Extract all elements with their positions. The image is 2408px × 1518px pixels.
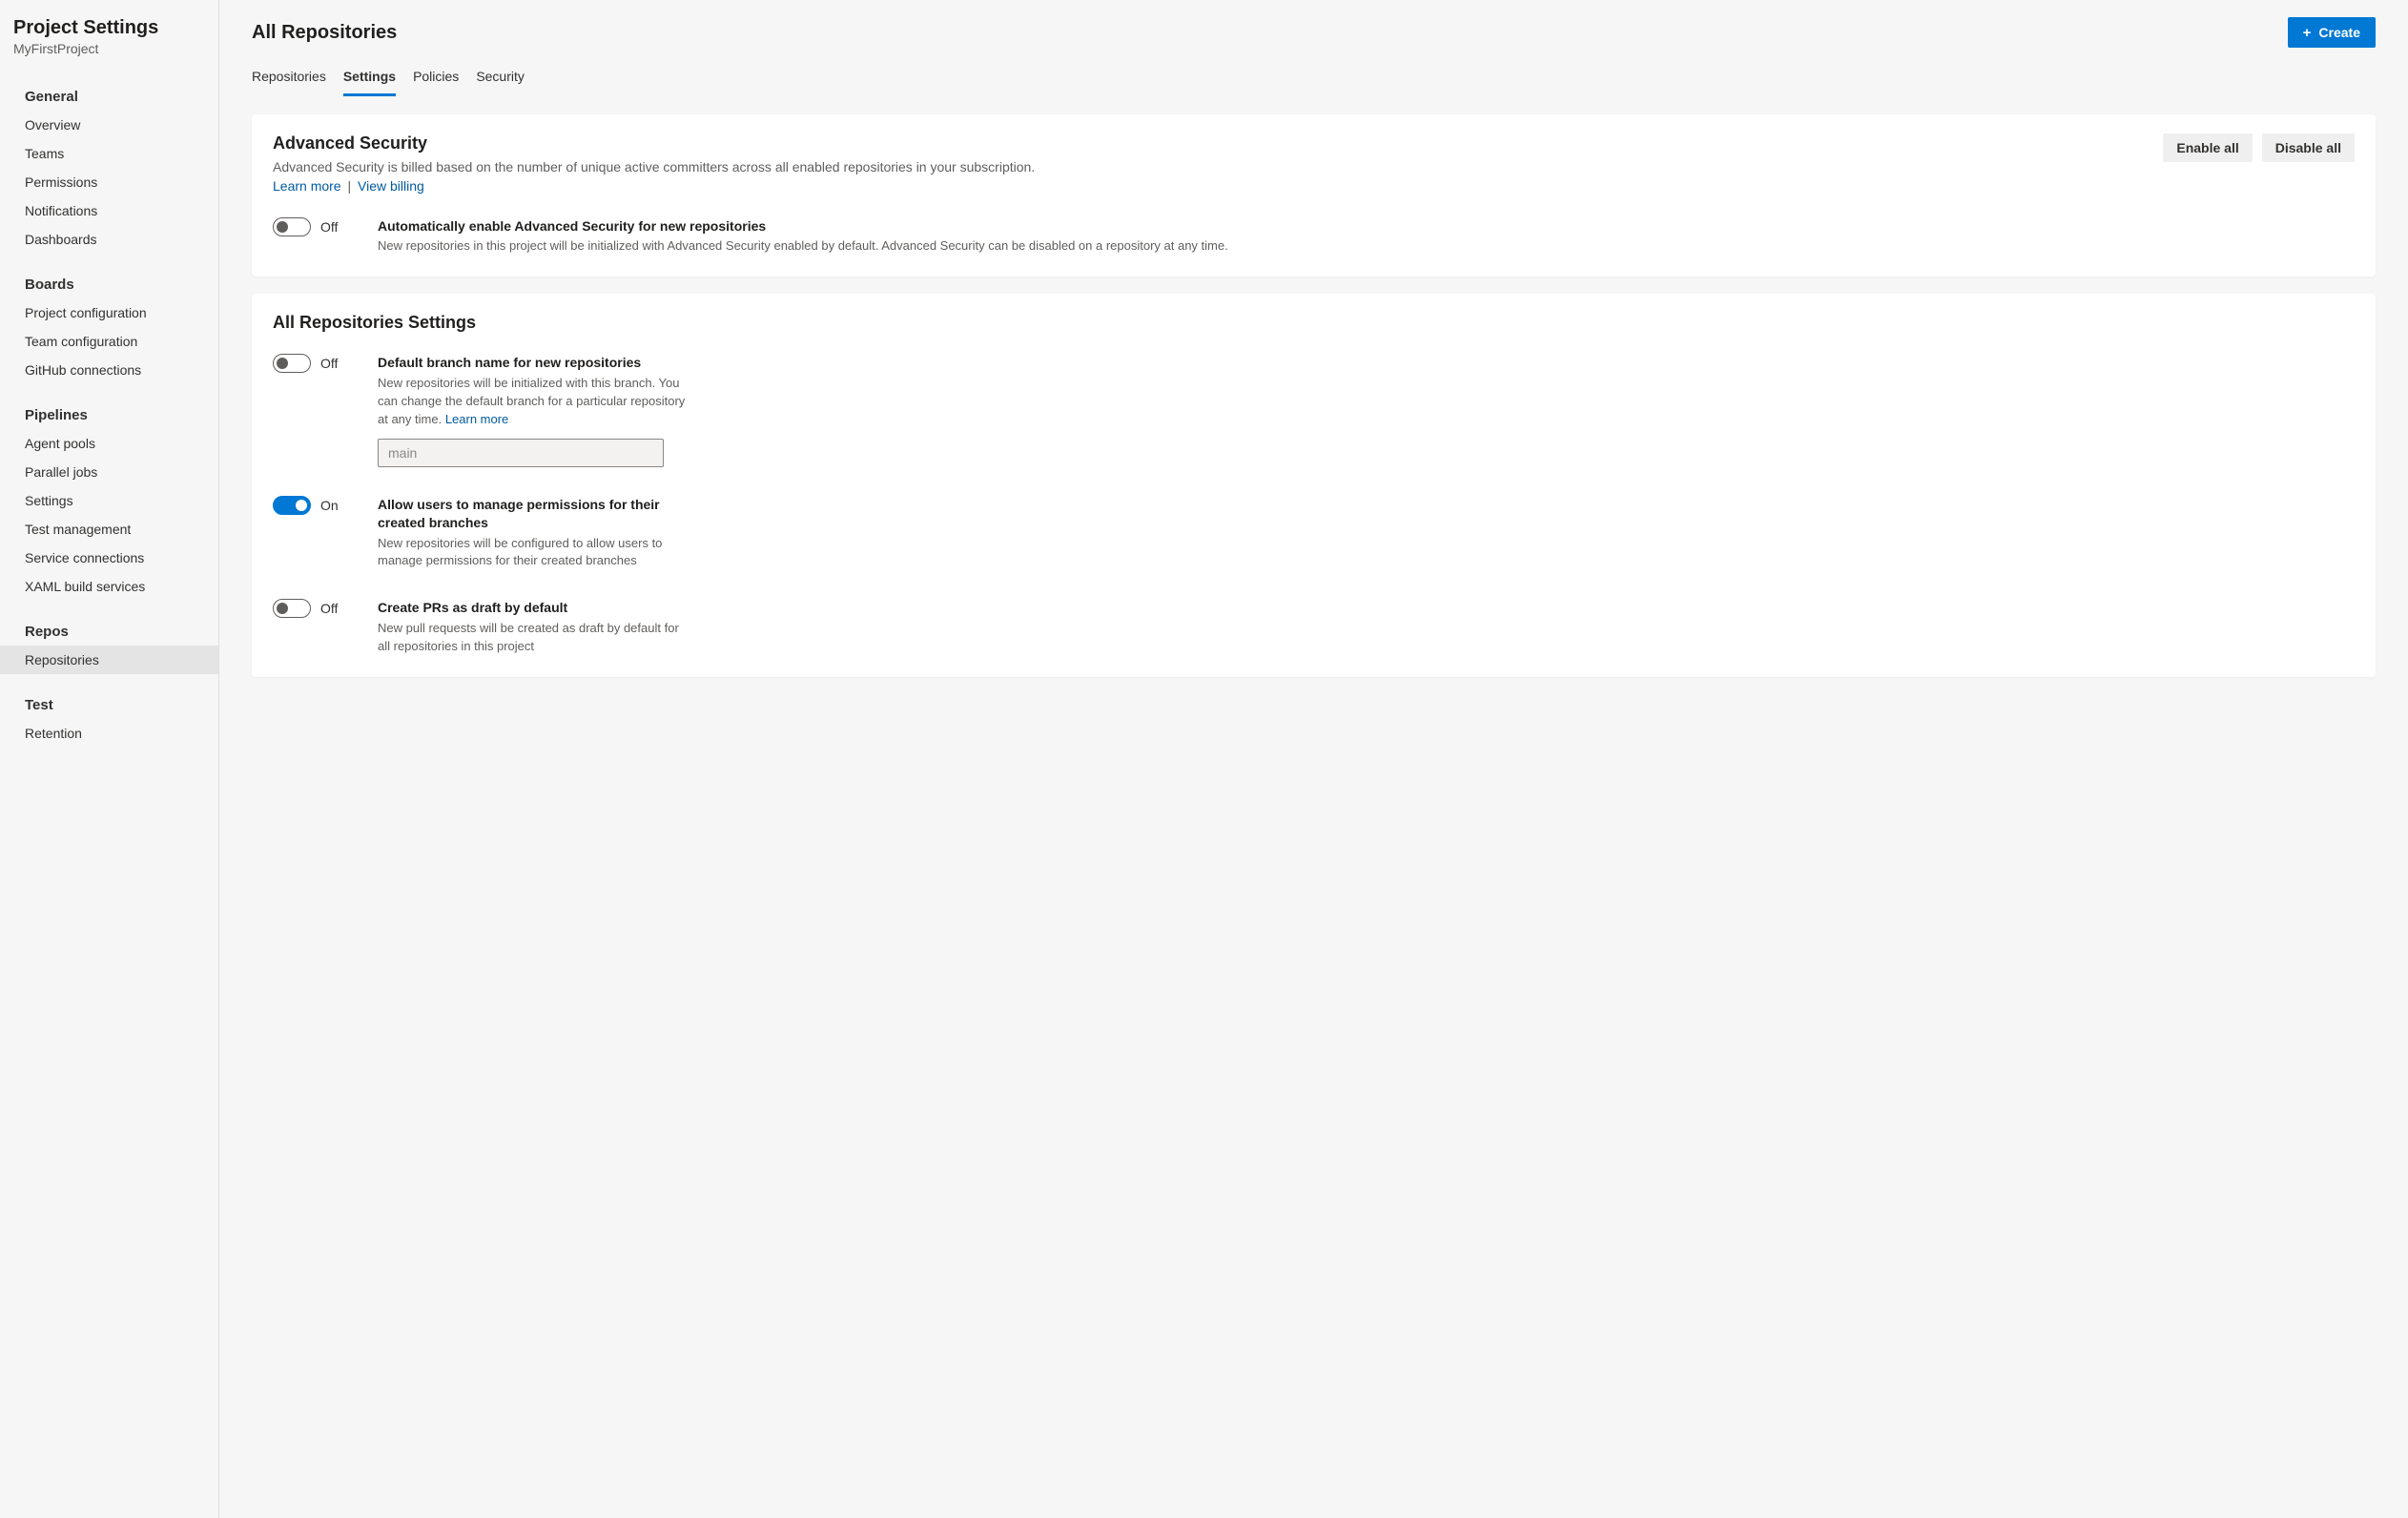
tab-settings[interactable]: Settings xyxy=(343,61,396,96)
setting-title: Create PRs as draft by default xyxy=(378,599,692,617)
nav-group: PipelinesAgent poolsParallel jobsSetting… xyxy=(0,401,218,601)
toggle-block: Off xyxy=(273,599,355,618)
setting-desc: New pull requests will be created as dra… xyxy=(378,620,692,656)
setting-row: On Allow users to manage permissions for … xyxy=(273,496,2355,570)
setting-desc: New repositories in this project will be… xyxy=(378,237,2355,256)
setting-body: Create PRs as draft by default New pull r… xyxy=(378,599,692,656)
sidebar-item-test-management[interactable]: Test management xyxy=(0,515,218,544)
setting-toggle[interactable] xyxy=(273,354,311,373)
sidebar: Project Settings MyFirstProject GeneralO… xyxy=(0,0,219,1518)
advanced-security-card: Advanced Security Advanced Security is b… xyxy=(252,114,2376,277)
project-name[interactable]: MyFirstProject xyxy=(13,41,203,56)
card-actions: Enable all Disable all xyxy=(2163,133,2355,162)
advanced-security-title: Advanced Security xyxy=(273,133,1035,154)
sidebar-item-agent-pools[interactable]: Agent pools xyxy=(0,429,218,458)
auto-enable-toggle[interactable] xyxy=(273,217,311,236)
toggle-block: Off xyxy=(273,354,355,373)
sidebar-item-overview[interactable]: Overview xyxy=(0,111,218,139)
sidebar-item-github-connections[interactable]: GitHub connections xyxy=(0,356,218,384)
nav-group: TestRetention xyxy=(0,691,218,748)
tab-security[interactable]: Security xyxy=(476,61,525,96)
tabs: Repositories Settings Policies Security xyxy=(252,61,2376,97)
advanced-security-desc: Advanced Security is billed based on the… xyxy=(273,157,1035,196)
learn-more-link[interactable]: Learn more xyxy=(273,178,341,194)
nav-group: BoardsProject configurationTeam configur… xyxy=(0,271,218,384)
view-billing-link[interactable]: View billing xyxy=(358,178,424,194)
learn-more-link[interactable]: Learn more xyxy=(445,412,508,426)
sidebar-item-teams[interactable]: Teams xyxy=(0,139,218,168)
enable-all-button[interactable]: Enable all xyxy=(2163,133,2252,162)
nav-group: GeneralOverviewTeamsPermissionsNotificat… xyxy=(0,83,218,254)
default-branch-input[interactable] xyxy=(378,439,664,467)
nav-group-label: Pipelines xyxy=(0,401,218,429)
setting-body: Default branch name for new repositories… xyxy=(378,354,692,466)
sidebar-item-service-connections[interactable]: Service connections xyxy=(0,544,218,572)
tab-repositories[interactable]: Repositories xyxy=(252,61,326,96)
setting-body: Automatically enable Advanced Security f… xyxy=(378,217,2355,256)
create-button-label: Create xyxy=(2318,25,2360,40)
setting-title: Automatically enable Advanced Security f… xyxy=(378,217,2355,236)
nav-group-label: General xyxy=(0,83,218,111)
nav-group-label: Test xyxy=(0,691,218,719)
setting-body: Allow users to manage permissions for th… xyxy=(378,496,692,570)
sidebar-item-retention[interactable]: Retention xyxy=(0,719,218,748)
setting-row: Off Default branch name for new repositor… xyxy=(273,354,2355,466)
sidebar-item-dashboards[interactable]: Dashboards xyxy=(0,225,218,254)
setting-title: Allow users to manage permissions for th… xyxy=(378,496,692,532)
toggle-block: On xyxy=(273,496,355,515)
disable-all-button[interactable]: Disable all xyxy=(2262,133,2355,162)
sidebar-item-parallel-jobs[interactable]: Parallel jobs xyxy=(0,458,218,486)
sidebar-title: Project Settings xyxy=(13,17,203,39)
sidebar-item-permissions[interactable]: Permissions xyxy=(0,168,218,196)
setting-title: Default branch name for new repositories xyxy=(378,354,692,372)
nav-group-label: Repos xyxy=(0,618,218,646)
sidebar-nav: GeneralOverviewTeamsPermissionsNotificat… xyxy=(0,83,218,748)
auto-enable-setting: Off Automatically enable Advanced Securi… xyxy=(273,217,2355,256)
tab-policies[interactable]: Policies xyxy=(413,61,459,96)
card-header: Advanced Security Advanced Security is b… xyxy=(273,133,2355,196)
setting-row: Off Create PRs as draft by default New pul… xyxy=(273,599,2355,656)
repo-settings-title: All Repositories Settings xyxy=(273,313,2355,333)
sidebar-item-repositories[interactable]: Repositories xyxy=(0,646,218,674)
setting-desc: New repositories will be configured to a… xyxy=(378,535,692,571)
nav-group: ReposRepositories xyxy=(0,618,218,674)
setting-toggle[interactable] xyxy=(273,496,311,515)
toggle-state: Off xyxy=(320,356,338,371)
setting-toggle[interactable] xyxy=(273,599,311,618)
create-button[interactable]: + Create xyxy=(2288,17,2376,48)
settings-list: Off Default branch name for new repositor… xyxy=(273,354,2355,655)
repo-settings-card: All Repositories Settings Off Default bra… xyxy=(252,294,2376,676)
sidebar-item-team-configuration[interactable]: Team configuration xyxy=(0,327,218,356)
plus-icon: + xyxy=(2303,26,2312,40)
main-content: All Repositories + Create Repositories Se… xyxy=(219,0,2408,1518)
sidebar-header: Project Settings MyFirstProject xyxy=(0,17,218,66)
toggle-state: On xyxy=(320,498,339,513)
sidebar-item-project-configuration[interactable]: Project configuration xyxy=(0,298,218,327)
sidebar-item-notifications[interactable]: Notifications xyxy=(0,196,218,225)
toggle-state: Off xyxy=(320,219,338,235)
toggle-block: Off xyxy=(273,217,355,236)
page-title: All Repositories xyxy=(252,22,397,44)
setting-desc: New repositories will be initialized wit… xyxy=(378,375,692,429)
nav-group-label: Boards xyxy=(0,271,218,298)
sidebar-item-settings[interactable]: Settings xyxy=(0,486,218,515)
toggle-state: Off xyxy=(320,601,338,616)
sidebar-item-xaml-build-services[interactable]: XAML build services xyxy=(0,572,218,601)
page-header: All Repositories + Create xyxy=(252,17,2376,48)
